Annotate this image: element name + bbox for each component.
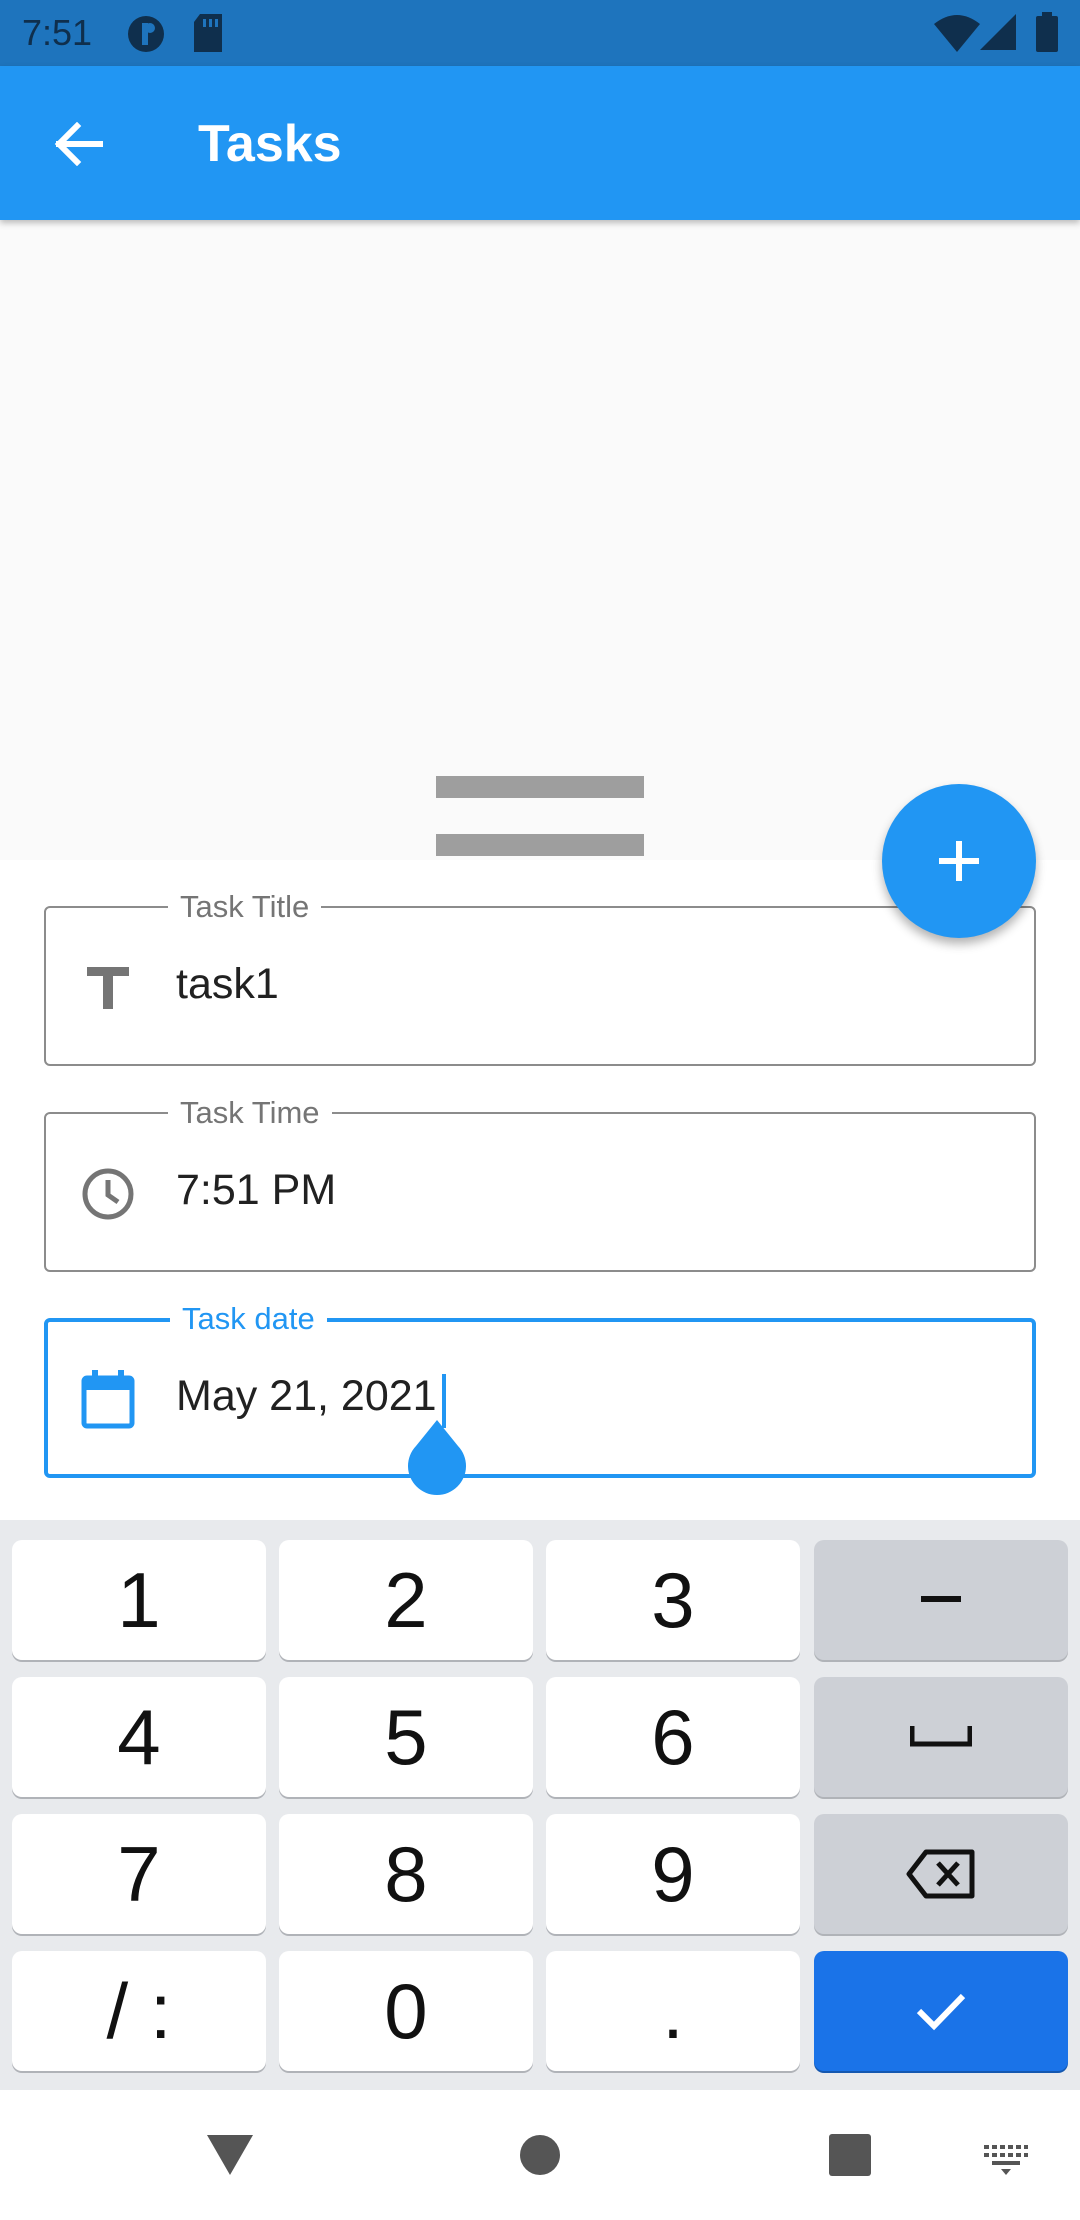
key-8[interactable]: 8: [279, 1814, 533, 1934]
signal-icon: [980, 14, 1016, 50]
key-period[interactable]: .: [546, 1951, 800, 2071]
arrow-back-icon: [54, 122, 103, 166]
page-title: Tasks: [198, 115, 342, 173]
key-0[interactable]: 0: [279, 1951, 533, 2071]
task-title-field[interactable]: Task Title task1: [44, 890, 1036, 1066]
key-7[interactable]: 7: [12, 1814, 266, 1934]
calendar-icon: [76, 1368, 140, 1432]
app-bar: Tasks: [0, 66, 1080, 220]
key-space[interactable]: [814, 1677, 1068, 1797]
task-form-sheet: Task Title task1 Task Time 7:51 PM Task …: [0, 860, 1080, 1520]
home-circle-icon: [520, 2135, 560, 2175]
nav-recents-button[interactable]: [810, 2120, 890, 2190]
task-title-value: task1: [176, 960, 279, 1008]
wifi-icon: [934, 15, 980, 52]
sheet-drag-handle-bottom[interactable]: [436, 834, 644, 856]
key-done[interactable]: [814, 1951, 1068, 2071]
status-bar: 7:51: [0, 0, 1080, 66]
key-3[interactable]: 3: [546, 1540, 800, 1660]
task-title-label: Task Title: [168, 890, 322, 924]
key-5[interactable]: 5: [279, 1677, 533, 1797]
task-time-field[interactable]: Task Time 7:51 PM: [44, 1096, 1036, 1272]
key-9[interactable]: 9: [546, 1814, 800, 1934]
status-time: 7:51: [22, 12, 93, 53]
key-6[interactable]: 6: [546, 1677, 800, 1797]
task-time-value: 7:51 PM: [176, 1166, 337, 1214]
task-time-label: Task Time: [168, 1096, 332, 1130]
key-4[interactable]: 4: [12, 1677, 266, 1797]
back-triangle-icon: [207, 2135, 253, 2175]
backspace-icon: [906, 1849, 975, 1899]
cursor-handle[interactable]: [406, 1420, 468, 1498]
back-button[interactable]: [40, 106, 116, 182]
task-date-label: Task date: [170, 1302, 327, 1336]
add-task-button[interactable]: [882, 784, 1036, 938]
recents-square-icon: [829, 2134, 871, 2176]
notification-icon: [128, 16, 164, 52]
keyboard-switch-button[interactable]: [966, 2130, 1046, 2190]
checkmark-icon: [916, 1993, 966, 2031]
nav-home-button[interactable]: [500, 2120, 580, 2190]
text-title-icon: [76, 956, 140, 1020]
battery-icon: [1036, 12, 1058, 52]
key-slash-colon[interactable]: / :: [12, 1951, 266, 2071]
nav-back-button[interactable]: [190, 2120, 270, 2190]
key-2[interactable]: 2: [279, 1540, 533, 1660]
key-1[interactable]: 1: [12, 1540, 266, 1660]
space-bar-icon: [910, 1726, 972, 1747]
key-backspace[interactable]: [814, 1814, 1068, 1934]
task-date-value[interactable]: May 21, 2021: [176, 1372, 437, 1421]
task-date-field[interactable]: Task date May 21, 2021: [44, 1302, 1036, 1478]
plus-icon: [939, 841, 979, 881]
sd-card-icon: [194, 14, 222, 52]
sheet-drag-handle-top[interactable]: [436, 776, 644, 798]
clock-icon: [76, 1162, 140, 1226]
numeric-keyboard: 1 2 3 4 5 6 7 8 9 / : 0 .: [0, 1520, 1080, 2090]
keyboard-switch-icon: [984, 2145, 1028, 2175]
key-dash[interactable]: [814, 1540, 1068, 1660]
dash-icon: [921, 1596, 961, 1602]
system-nav-bar: [0, 2090, 1080, 2220]
